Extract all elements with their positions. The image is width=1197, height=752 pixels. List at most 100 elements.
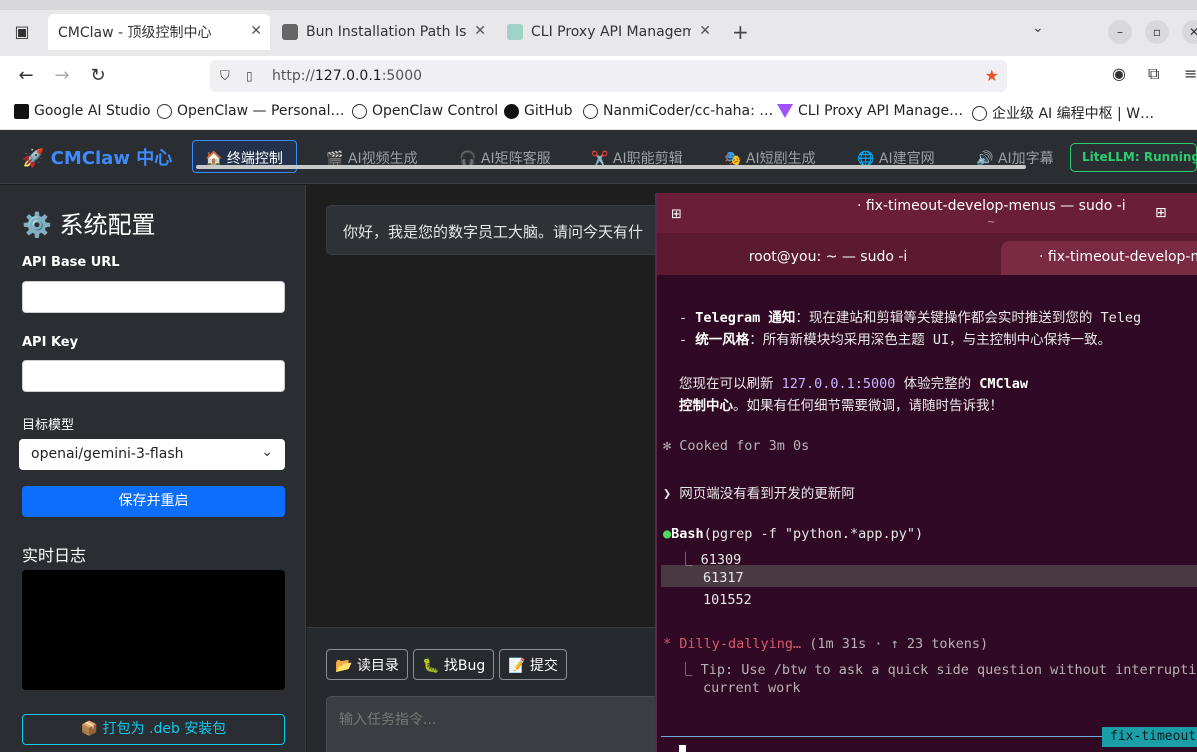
reload-icon[interactable]: ↻ [84,62,112,90]
extensions-icon[interactable]: ⧉ [1148,64,1159,84]
tab-title: CLI Proxy API Managemer [531,24,691,40]
google-ai-studio-icon [14,103,29,119]
forward-arrow-icon[interactable]: → [48,62,76,90]
bookmarks-bar: Google AI Studio OpenClaw — Personal… Op… [0,96,1197,130]
api-base-label: API Base URL [22,255,120,270]
bookmark-github[interactable]: GitHub [504,103,573,119]
page-info-icon[interactable]: ▯ [246,69,260,83]
browser-tab-cmclaw[interactable]: CMClaw - 顶级控制中心 ✕ [48,14,270,50]
chevron-down-icon: ⌄ [261,444,273,460]
config-sidebar: ⚙️ 系统配置 API Base URL API Key 目标模型 openai… [0,185,306,752]
bookmark-cc-haha[interactable]: NanmiCoder/cc-haha: … [583,103,773,119]
terminal-title: · fix-timeout-develop-menus — sudo -i [857,198,1126,214]
user-prompt: ❯ 网页端没有看到开发的更新阿 [663,486,855,502]
bookmark-star-icon[interactable]: ★ [985,66,999,85]
api-key-label: API Key [22,335,79,350]
globe-icon [157,103,172,119]
page-icon [282,24,298,40]
tab-close-icon[interactable]: ✕ [699,23,711,39]
log-title: 实时日志 [22,546,87,565]
close-window-icon[interactable]: ✕ [1182,20,1197,44]
bookmark-label: CLI Proxy API Manage… [798,103,964,119]
terminal-subtitle: ~ [987,217,996,228]
terminal-line: * Dilly-dallying… (1m 31s · ↑ 23 tokens) [663,636,989,652]
terminal-line: 控制中心。如果有任何细节需要微调，请随时告诉我！ [679,398,1003,414]
url-text: http://127.0.0.1:5000 [272,68,423,84]
app-header: 🚀 CMClaw 中心 🏠 终端控制 🎬 AI视频生成 🎧 AI矩阵客服 ✂️ … [0,130,1197,184]
read-dir-button[interactable]: 📂 读目录 [326,649,408,680]
github-icon [504,103,519,119]
commit-button[interactable]: 📝 提交 [499,649,567,680]
bookmark-label: OpenClaw Control [372,103,499,119]
assistant-message: 你好，我是您的数字员工大脑。请问今天有什 [326,205,666,255]
terminal-line: 101552 [703,592,752,608]
find-bug-button[interactable]: 🐛 找Bug [413,649,495,680]
terminal-window: ⊞ · fix-timeout-develop-menus — sudo -i … [655,193,1197,752]
browser-tab-bun[interactable]: Bun Installation Path Issu ✕ [272,14,494,50]
screen: ▣ CMClaw - 顶级控制中心 ✕ Bun Installation Pat… [0,0,1197,752]
model-select[interactable]: openai/gemini-3-flash ⌄ [19,439,285,470]
terminal-line: ●Bash(pgrep -f "python.*app.py") [663,526,924,542]
terminal-line: ⎿ Tip: Use /btw to ask a quick side ques… [679,662,1197,678]
terminal-cursor [679,745,686,752]
bookmark-label: NanmiCoder/cc-haha: … [603,103,774,119]
minimize-icon[interactable]: – [1108,20,1132,44]
terminal-tab-root[interactable]: root@you: ~ — sudo -i [657,241,999,275]
new-terminal-tab-icon[interactable]: ⊞ [671,207,682,222]
account-icon[interactable]: ◉ [1112,64,1126,83]
browser-nav-bar: ← → ↻ ⛉ ▯ http://127.0.0.1:5000 ★ ◉ ⧉ ≡ [0,56,1197,96]
log-output [22,570,285,690]
terminal-titlebar: ⊞ · fix-timeout-develop-menus — sudo -i … [657,193,1197,233]
shield-icon[interactable]: ⛉ [220,69,236,84]
url-bar[interactable]: ⛉ ▯ http://127.0.0.1:5000 ★ [210,60,1007,92]
terminal-line: ⎿ 61309 [679,552,742,568]
maximize-icon[interactable]: ▫ [1145,20,1169,44]
status-dot-icon: ● [663,526,672,542]
bookmark-openclaw-personal[interactable]: OpenClaw — Personal… [157,103,345,119]
globe-icon [352,103,367,119]
bookmark-label: 企业级 AI 编程中枢 | W… [992,106,1155,122]
package-deb-button[interactable]: 📦 打包为 .deb 安装包 [22,714,285,745]
vite-icon [777,104,793,118]
menu-icon[interactable]: ≡ [1184,64,1197,83]
browser-tab-bar: ▣ CMClaw - 顶级控制中心 ✕ Bun Installation Pat… [0,0,1197,56]
api-key-input[interactable] [22,360,285,392]
model-select-value: openai/gemini-3-flash [31,446,184,462]
bookmark-label: Google AI Studio [34,103,151,119]
tab-close-icon[interactable]: ✕ [474,23,486,39]
page-icon [507,24,523,40]
model-label: 目标模型 [22,418,75,433]
litellm-status-badge: LiteLLM: Running [1070,143,1197,172]
terminal-line: 您现在可以刷新 127.0.0.1:5000 体验完整的 CMClaw [679,376,1028,392]
bookmark-google-ai-studio[interactable]: Google AI Studio [14,103,151,119]
tab-title: Bun Installation Path Issu [306,24,466,40]
terminal-line: current work [703,680,801,696]
nav-scrollbar[interactable] [196,165,1026,169]
terminal-tab-fix-timeout[interactable]: · fix-timeout-develop-m [1001,241,1197,275]
tab-title: CMClaw - 顶级控制中心 [58,25,212,41]
tab-close-icon[interactable]: ✕ [250,23,262,39]
new-tab-plus-icon[interactable]: + [732,20,749,44]
terminal-line: - 统一风格：所有新模块均采用深色主题 UI，与主控制中心保持一致。 [679,332,1112,348]
terminal-line: ✻ Cooked for 3m 0s [663,438,810,454]
terminal-line: - Telegram 通知：现在建站和剪辑等关键操作都会实时推送到您的 Tele… [679,310,1142,326]
terminal-status-tag: fix-timeout [1102,727,1197,747]
tab-overview-icon[interactable]: ▣ [10,20,34,44]
tab-list-chevron-icon[interactable]: ⌄ [1032,20,1044,36]
terminal-line: 61317 [703,570,744,586]
bookmark-label: OpenClaw — Personal… [177,103,345,119]
bookmark-enterprise-ai[interactable]: 企业级 AI 编程中枢 | W… [972,103,1154,123]
bookmark-label: GitHub [524,103,573,119]
api-base-input[interactable] [22,281,285,313]
save-restart-button[interactable]: 保存并重启 [22,486,285,517]
app-brand[interactable]: 🚀 CMClaw 中心 [22,144,172,170]
bookmark-openclaw-control[interactable]: OpenClaw Control [352,103,498,119]
globe-icon [583,103,598,119]
sidebar-title: ⚙️ 系统配置 [22,211,156,239]
browser-tab-cliproxy[interactable]: CLI Proxy API Managemer ✕ [497,14,719,50]
bookmark-cli-proxy[interactable]: CLI Proxy API Manage… [777,103,963,119]
terminal-output[interactable]: - Telegram 通知：现在建站和剪辑等关键操作都会实时推送到您的 Tele… [657,275,1197,752]
tab-grid-icon[interactable]: ⊞ [1155,205,1167,221]
back-arrow-icon[interactable]: ← [12,62,40,90]
top-strip [0,0,1197,10]
